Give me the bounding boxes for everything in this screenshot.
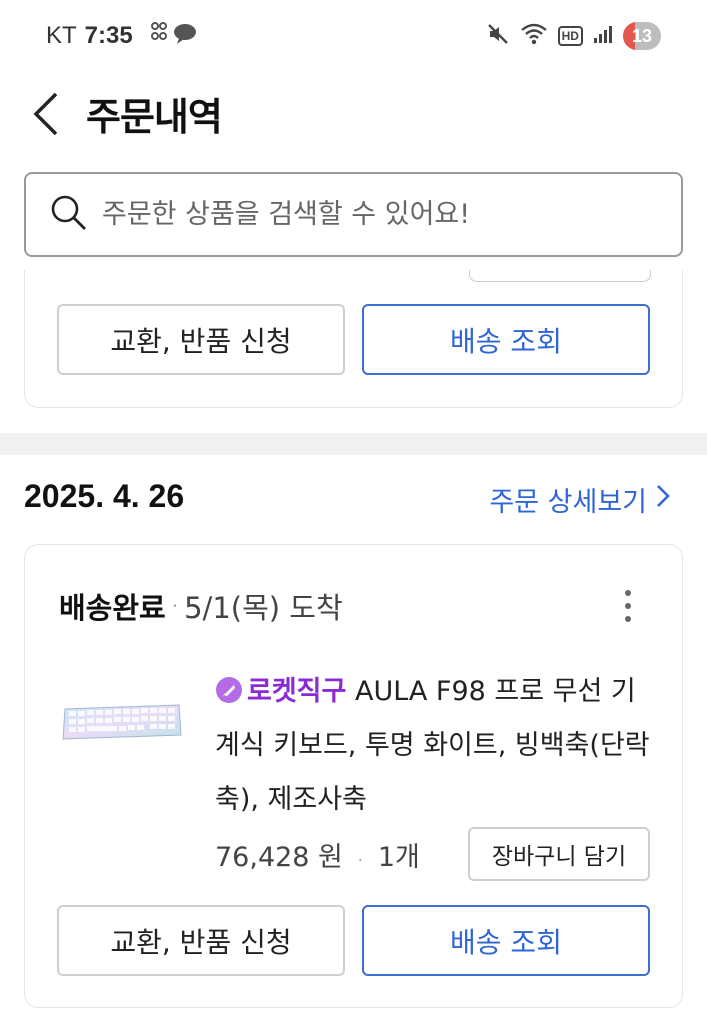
search-box <box>24 172 683 257</box>
search-input[interactable] <box>102 199 642 230</box>
mute-icon <box>486 22 510 51</box>
carrier-label: KT <box>46 22 77 49</box>
page-title: 주문내역 <box>86 95 223 139</box>
arrival-date: 5/1(목) 도착 <box>184 591 343 625</box>
notification-icons <box>149 20 199 52</box>
order-card: 배송완료 · 5/1(목) 도착 로켓직구 AULA F98 프로 무선 기계식… <box>24 544 683 1008</box>
search-icon <box>50 194 88 236</box>
signal-icon <box>593 24 613 49</box>
cart-button-partial[interactable] <box>469 270 651 282</box>
status-bar: KT 7:35 HD 13 <box>0 0 707 72</box>
track-delivery-button[interactable]: 배송 조회 <box>362 905 650 976</box>
separator-dot: · <box>357 850 364 871</box>
order-detail-link[interactable]: 주문 상세보기 <box>489 480 671 519</box>
delivery-status-row: 배송완료 · 5/1(목) 도착 <box>59 585 343 627</box>
section-divider <box>0 433 707 455</box>
clock: 7:35 <box>84 22 133 49</box>
separator-dot: · <box>171 594 179 618</box>
add-to-cart-button[interactable]: 장바구니 담기 <box>468 827 650 881</box>
delivery-status: 배송완료 <box>59 591 166 625</box>
product-price: 76,428 원 <box>215 842 343 873</box>
exchange-return-button[interactable]: 교환, 반품 신청 <box>57 905 345 976</box>
product-thumbnail[interactable] <box>61 697 183 745</box>
wifi-icon <box>520 23 548 50</box>
battery-indicator: 13 <box>622 22 661 50</box>
track-delivery-button[interactable]: 배송 조회 <box>362 304 650 375</box>
product-info[interactable]: 로켓직구 AULA F98 프로 무선 기계식 키보드, 투명 화이트, 빙백축… <box>215 665 655 827</box>
product-quantity: 1개 <box>377 842 420 873</box>
rocket-icon <box>215 669 243 703</box>
chevron-right-icon <box>655 483 671 516</box>
hd-voice-icon: HD <box>557 26 583 46</box>
price-row: 76,428 원 · 1개 <box>215 835 420 874</box>
rocket-direct-badge: 로켓직구 <box>247 676 347 707</box>
order-date: 2025. 4. 26 <box>24 478 185 514</box>
previous-order-card: 교환, 반품 신청 배송 조회 <box>24 270 683 408</box>
app-header: 주문내역 <box>0 72 707 156</box>
more-options-icon[interactable] <box>622 589 634 623</box>
exchange-return-button[interactable]: 교환, 반품 신청 <box>57 304 345 375</box>
back-arrow-icon[interactable] <box>30 90 66 138</box>
order-detail-label: 주문 상세보기 <box>489 487 647 518</box>
